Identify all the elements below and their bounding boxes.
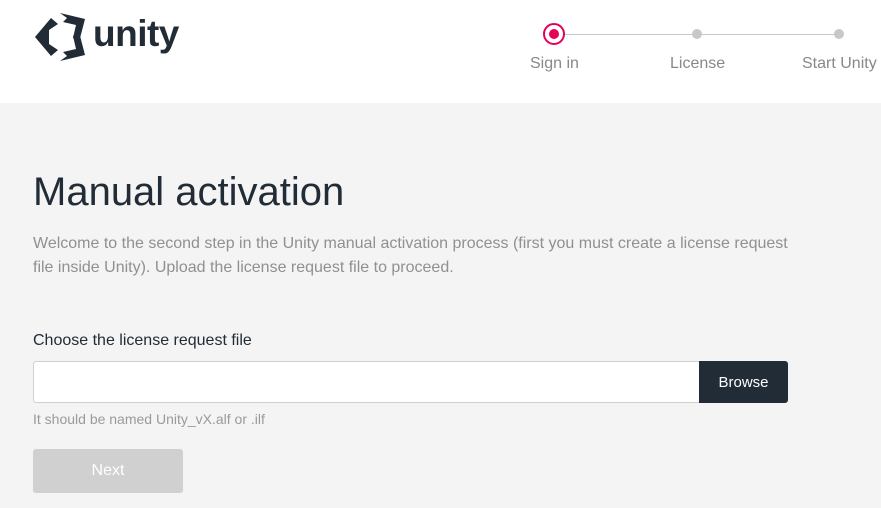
file-picker: Browse xyxy=(33,361,788,403)
unity-logo-icon xyxy=(35,13,85,61)
intro-text: Welcome to the second step in the Unity … xyxy=(33,235,788,276)
step-sign-in-label: Sign in xyxy=(530,55,579,72)
step-start-unity-indicator xyxy=(834,29,844,39)
step-license-label: License xyxy=(670,55,726,72)
step-sign-in-indicator xyxy=(543,23,565,45)
unity-logo[interactable]: unity xyxy=(33,10,179,64)
page-title: Manual activation xyxy=(33,170,345,214)
progress-stepper: Sign in License Start Unity xyxy=(520,23,881,84)
step-connector xyxy=(702,34,839,35)
step-license-indicator xyxy=(692,29,702,39)
header: unity Sign in License Start Unity xyxy=(0,0,881,103)
next-button[interactable]: Next xyxy=(33,449,183,493)
step-connector xyxy=(564,34,697,35)
step-start-unity-label: Start Unity xyxy=(802,55,877,72)
main-content: Manual activation Welcome to the second … xyxy=(0,103,881,508)
logo-text: unity xyxy=(93,13,179,54)
file-name-hint: It should be named Unity_vX.alf or .ilf xyxy=(33,411,265,427)
browse-button[interactable]: Browse xyxy=(699,361,788,403)
file-field-label: Choose the license request file xyxy=(33,332,252,349)
license-file-input[interactable] xyxy=(33,361,699,403)
